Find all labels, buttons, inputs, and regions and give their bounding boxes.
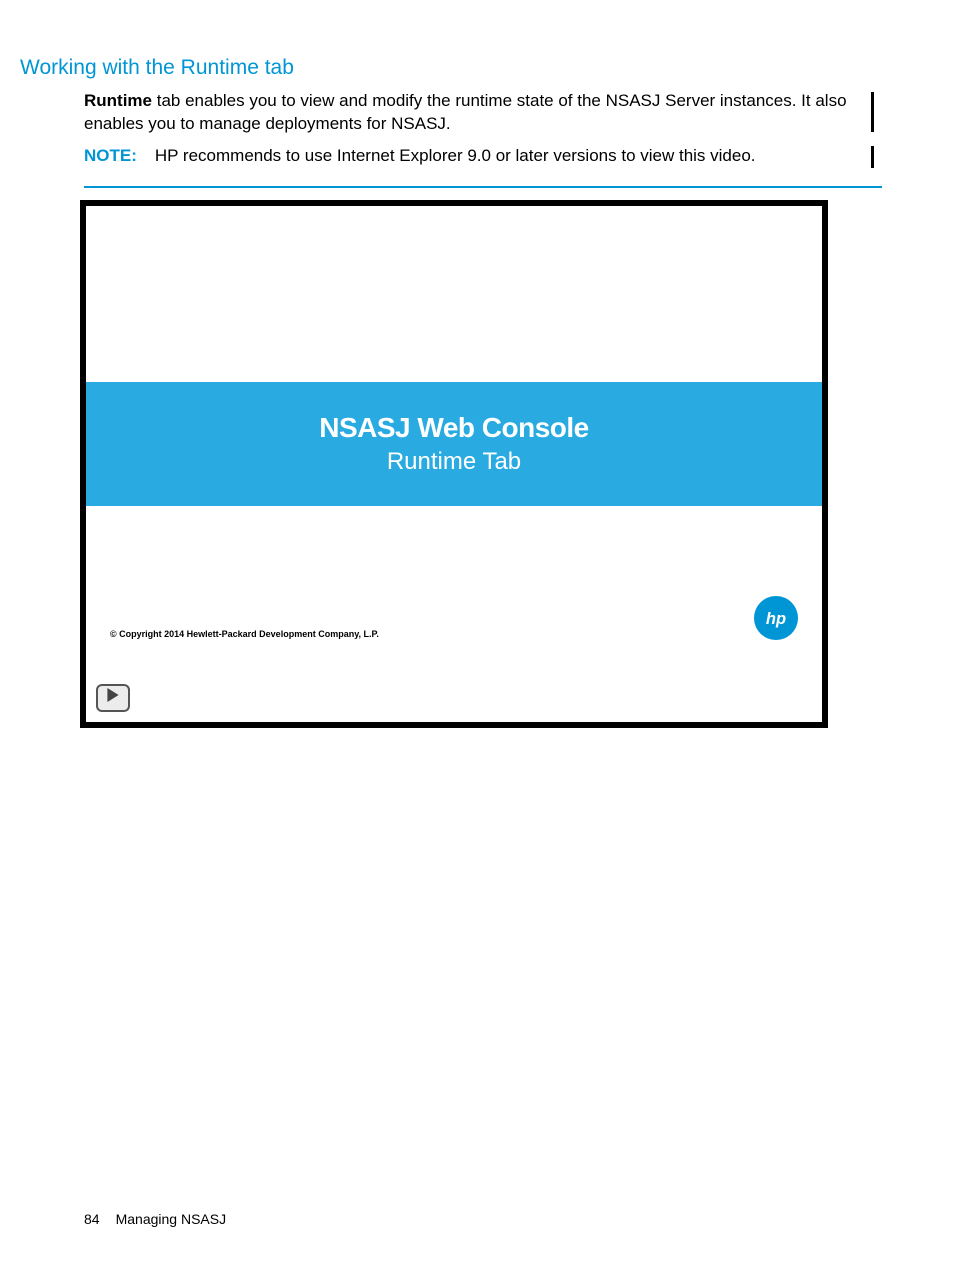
note-text: HP recommends to use Internet Explorer 9… — [155, 146, 756, 166]
page-footer: 84 Managing NSASJ — [84, 1211, 226, 1227]
video-thumbnail[interactable]: NSASJ Web Console Runtime Tab © Copyrigh… — [80, 200, 828, 728]
intro-rest: tab enables you to view and modify the r… — [84, 91, 847, 133]
intro-bold: Runtime — [84, 91, 152, 110]
video-copyright: © Copyright 2014 Hewlett-Packard Develop… — [110, 629, 379, 639]
footer-section: Managing NSASJ — [116, 1211, 227, 1227]
section-heading: Working with the Runtime tab — [20, 56, 882, 80]
divider — [84, 186, 882, 188]
video-subtitle: Runtime Tab — [387, 448, 521, 476]
play-button[interactable] — [96, 684, 130, 712]
svg-text:hp: hp — [766, 610, 786, 628]
video-title: NSASJ Web Console — [319, 412, 588, 444]
change-bar — [871, 92, 874, 132]
intro-block: Runtime tab enables you to view and modi… — [84, 90, 882, 136]
hp-logo-icon: hp — [754, 596, 798, 640]
intro-text: Runtime tab enables you to view and modi… — [84, 90, 854, 136]
video-banner: NSASJ Web Console Runtime Tab — [86, 382, 822, 506]
play-icon — [106, 688, 120, 707]
note-row: NOTE: HP recommends to use Internet Expl… — [84, 146, 882, 166]
note-label: NOTE: — [84, 146, 137, 166]
page-number: 84 — [84, 1211, 100, 1227]
change-bar — [871, 146, 874, 168]
